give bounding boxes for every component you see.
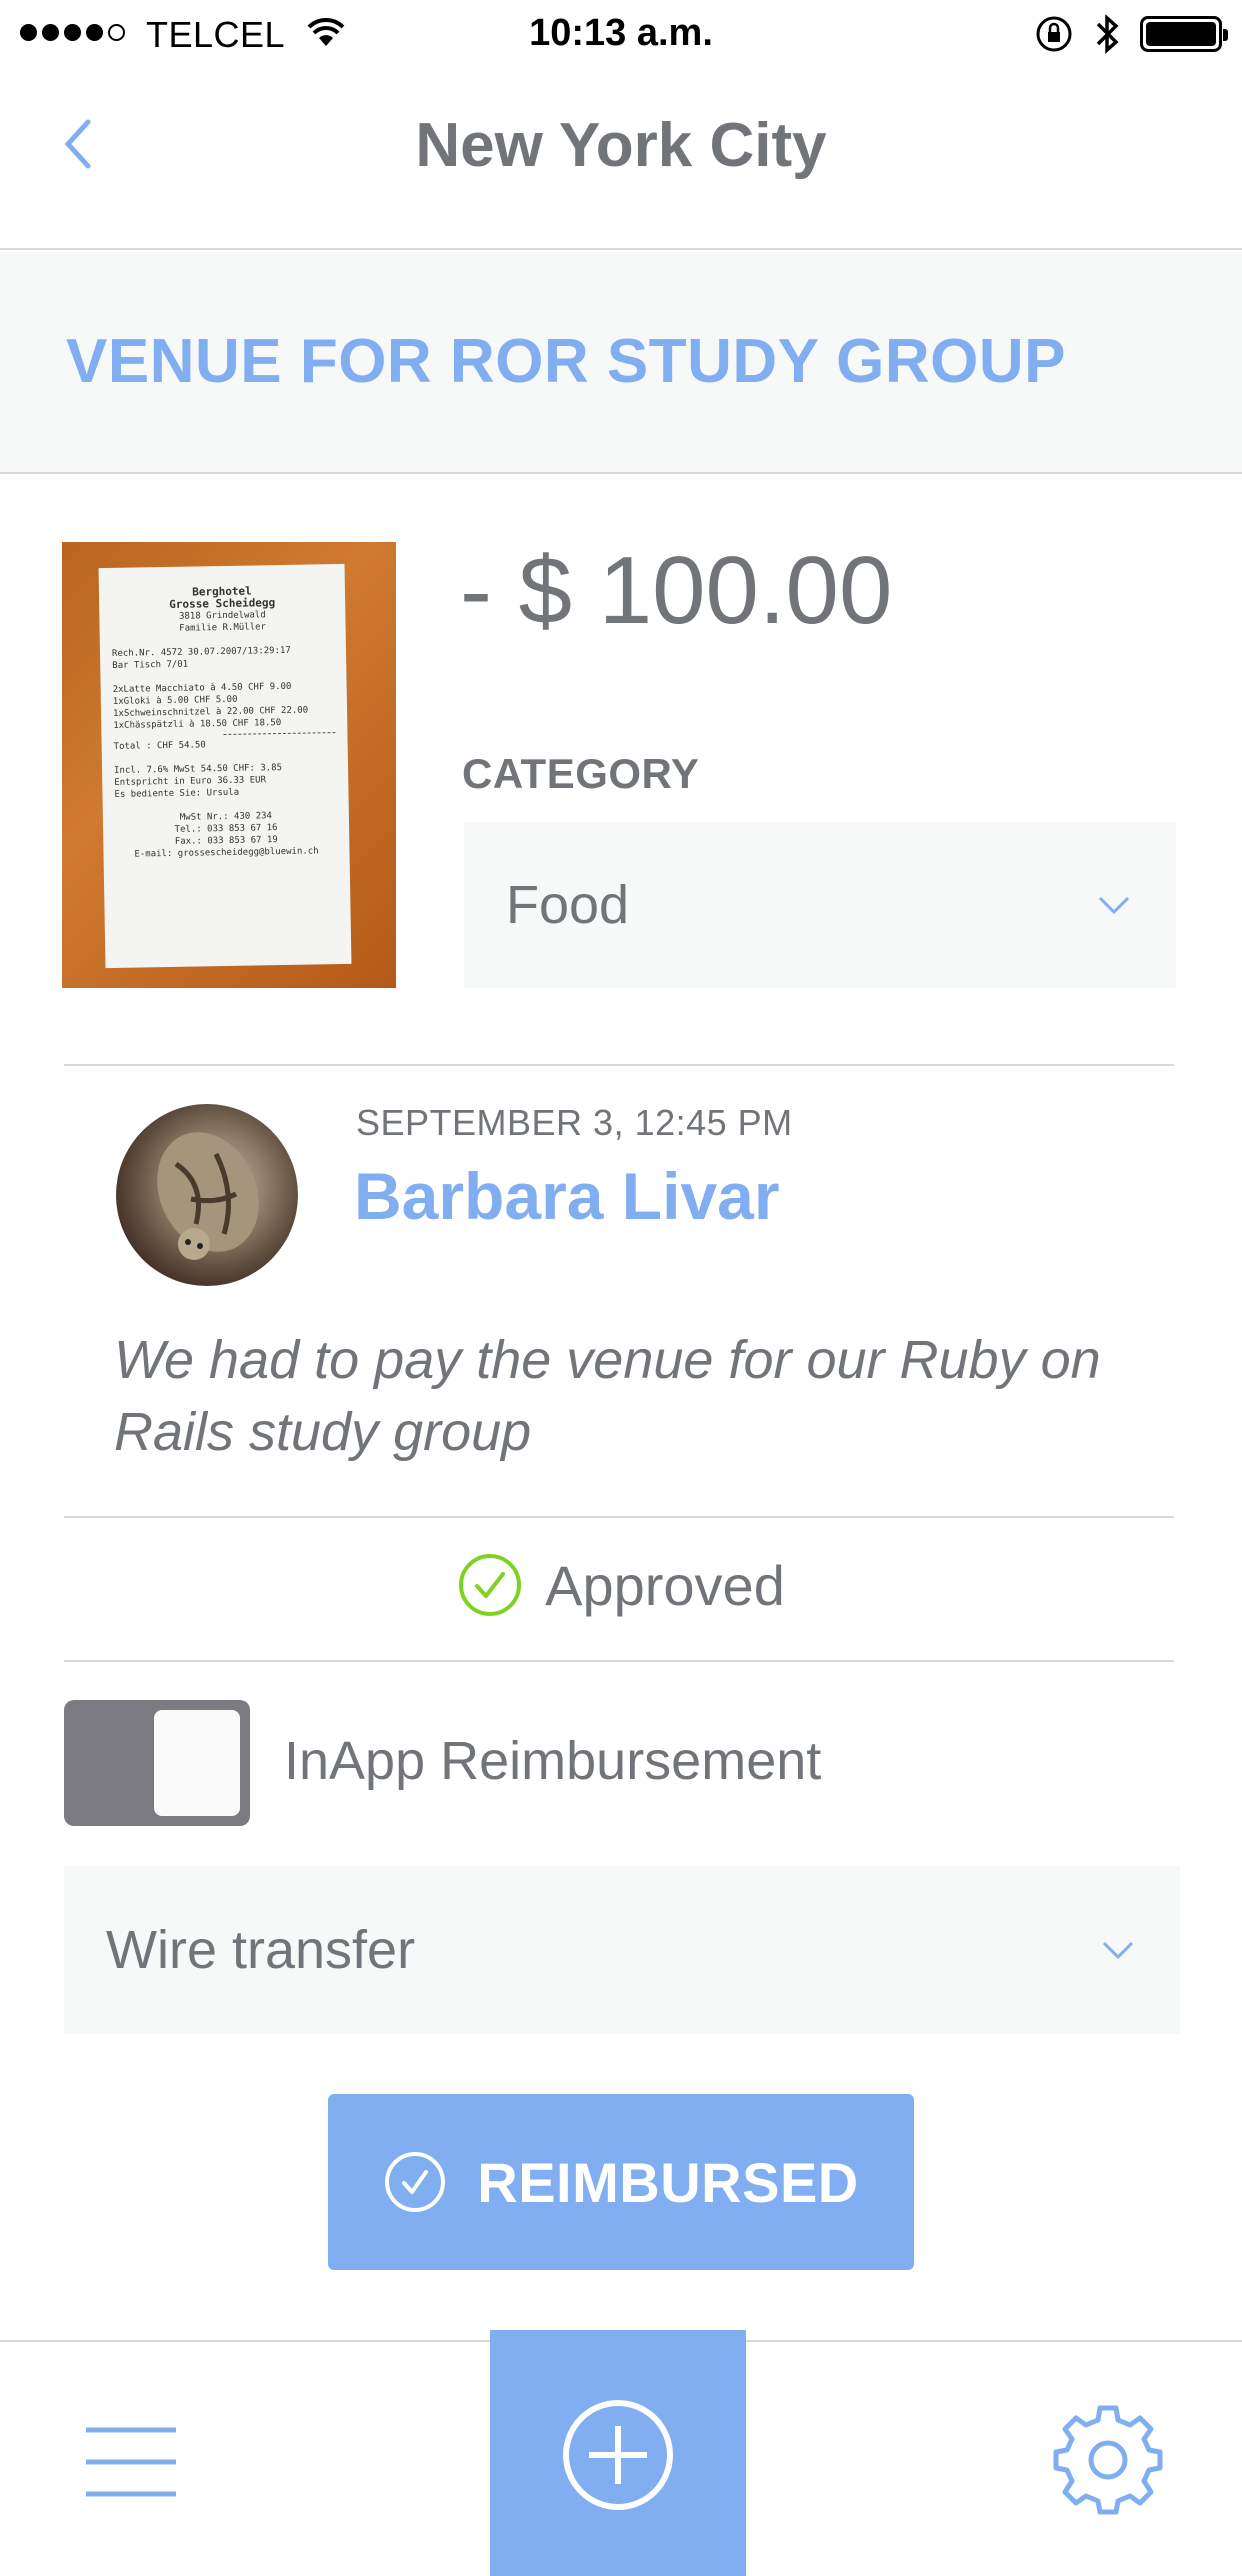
submission-date: SEPTEMBER 3, 12:45 PM (356, 1102, 793, 1143)
category-label: CATEGORY (462, 750, 700, 797)
approval-status: Approved (0, 1552, 1242, 1618)
toggle-knob (154, 1710, 240, 1816)
receipt-paper: Berghotel Grosse Scheidegg 3818 Grindelw… (98, 563, 352, 969)
chevron-down-icon (1098, 896, 1130, 915)
inapp-reimbursement-label: InApp Reimbursement (284, 1731, 822, 1791)
expense-title: VENUE FOR ROR STUDY GROUP (66, 327, 1067, 396)
expense-title-band: VENUE FOR ROR STUDY GROUP (0, 252, 1242, 474)
reimbursed-button-label: REIMBURSED (477, 2150, 859, 2214)
menu-icon[interactable] (84, 2426, 178, 2498)
receipt-total: Total : CHF 54.50 (113, 740, 206, 752)
expense-amount: - $ 100.00 (460, 537, 893, 644)
divider (64, 1064, 1174, 1066)
rotation-lock-icon (1036, 16, 1072, 52)
add-button[interactable] (490, 2330, 746, 2576)
receipt-image[interactable]: Berghotel Grosse Scheidegg 3818 Grindelw… (62, 542, 396, 988)
receipt-line: Familie R.Müller (179, 622, 267, 634)
submitter-name[interactable]: Barbara Livar (354, 1158, 780, 1234)
inapp-reimbursement-toggle[interactable] (64, 1700, 250, 1826)
approval-status-label: Approved (545, 1553, 785, 1617)
status-bar: TELCEL 10:13 a.m. (0, 0, 1242, 66)
payment-method-dropdown[interactable]: Wire transfer (64, 1866, 1180, 2034)
divider (64, 1660, 1174, 1662)
bluetooth-icon (1096, 14, 1119, 54)
receipt-line: Es bediente Sie: Ursula (114, 787, 240, 800)
payment-method-value: Wire transfer (106, 1920, 416, 1980)
receipt-line: Bar Tisch 7/01 (112, 659, 189, 671)
category-value: Food (506, 875, 630, 935)
add-circle-icon (563, 2400, 673, 2510)
navigation-bar: New York City (0, 66, 1242, 250)
receipt-line: E-mail: grossescheidegg@bluewin.ch (134, 846, 319, 860)
chevron-down-icon (1102, 1941, 1134, 1960)
expense-note: We had to pay the venue for our Ruby on … (114, 1330, 1101, 1462)
check-circle-icon (385, 2152, 446, 2212)
gear-icon[interactable] (1050, 2402, 1166, 2518)
battery-icon (1140, 16, 1228, 52)
avatar (116, 1104, 298, 1286)
category-dropdown[interactable]: Food (464, 822, 1176, 988)
check-circle-icon (459, 1554, 522, 1616)
reimbursed-button[interactable]: REIMBURSED (328, 2094, 914, 2270)
receipt-line: 1xChässpätzli à 18.50 CHF 18.50 (113, 718, 282, 731)
page-title: New York City (415, 111, 827, 180)
divider (64, 1516, 1174, 1518)
tab-bar (0, 2330, 1242, 2576)
